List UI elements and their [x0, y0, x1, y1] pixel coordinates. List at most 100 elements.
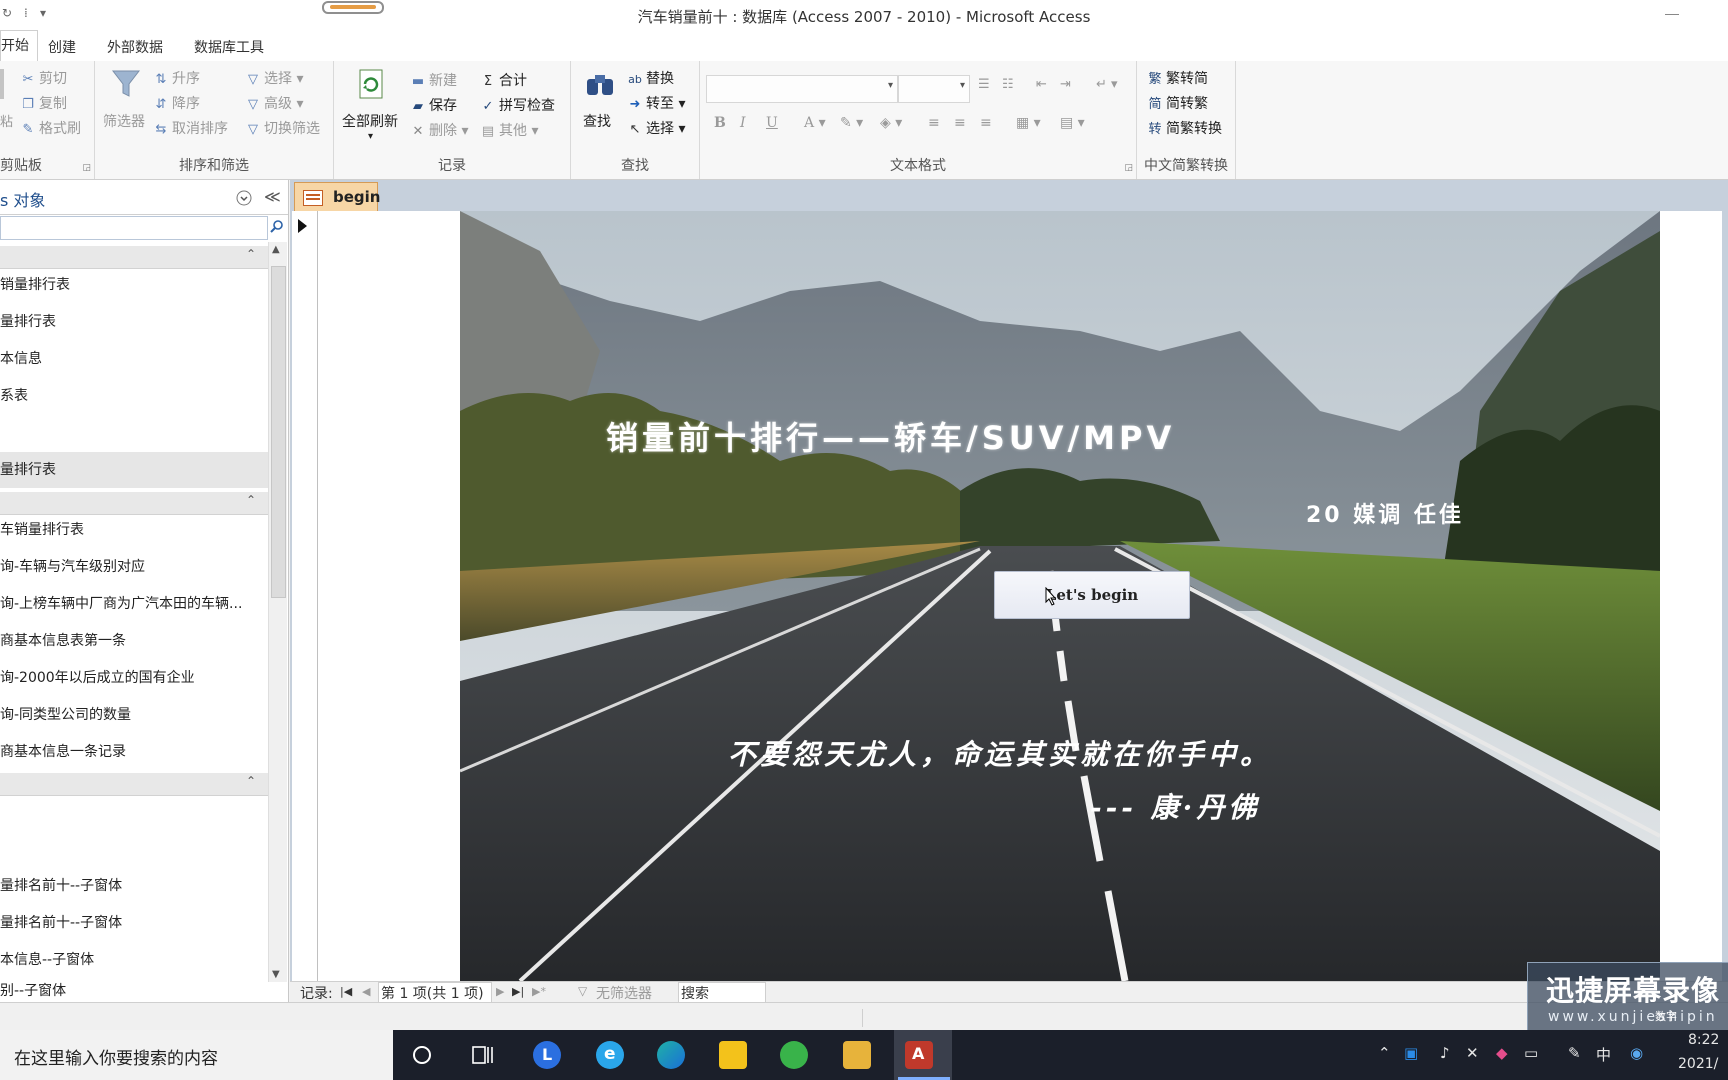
ime-indicator[interactable]: 中 [1596, 1044, 1611, 1065]
nav-item-form-3[interactable]: 本信息--子窗体 [0, 945, 268, 975]
totals-button[interactable]: Σ 合计 [480, 70, 527, 90]
browser-e-icon[interactable]: e [596, 1041, 624, 1069]
dialog-launcher-icon[interactable]: ◲ [82, 163, 91, 173]
taskbar-search-box[interactable]: 在这里输入你要搜索的内容 [0, 1030, 393, 1080]
battery-icon[interactable]: ▭ [1524, 1044, 1538, 1062]
sort-ascending-button[interactable]: ⇅ 升序 [153, 68, 200, 88]
tab-begin-form[interactable]: begin [294, 182, 380, 211]
copy-button[interactable]: ❐ 复制 [20, 93, 67, 113]
highlight-icon[interactable]: ✎ ▾ [840, 115, 863, 131]
volume-muted-icon[interactable]: ✕ [1466, 1044, 1479, 1062]
save-record-button[interactable]: ▰ 保存 [410, 95, 457, 115]
nav-item-query-6[interactable]: 询-同类型公司的数量 [0, 700, 268, 730]
task-view-icon[interactable] [472, 1045, 494, 1065]
nav-item-query-5[interactable]: 询-2000年以后成立的国有企业 [0, 663, 268, 693]
gridlines-icon[interactable]: ▦ ▾ [1016, 115, 1041, 131]
sticky-notes-icon[interactable] [719, 1041, 747, 1069]
toggle-filter-button[interactable]: ▽ 切换筛选 [245, 118, 320, 138]
nav-item-table-2[interactable]: 量排行表 [0, 307, 268, 337]
record-position-input[interactable]: 第 1 项(共 1 项) [378, 982, 492, 1003]
nav-group-queries-header[interactable]: ⌃ [0, 492, 268, 515]
nav-group-tables-header[interactable]: ⌃ [0, 246, 268, 269]
convert-button[interactable]: 转简繁转换 [1147, 118, 1222, 138]
font-name-combo[interactable]: ▾ [706, 75, 898, 103]
tab-create[interactable]: 创建 [48, 37, 76, 57]
edge-icon[interactable] [657, 1041, 685, 1069]
new-record-nav-icon[interactable]: ▶* [532, 985, 546, 998]
more-button[interactable]: ▤ 其他 ▾ [480, 120, 539, 140]
tab-database-tools[interactable]: 数据库工具 [194, 37, 264, 57]
access-app-icon[interactable]: A [905, 1041, 933, 1069]
nav-item-form-4[interactable]: 别--子窗体 [0, 980, 268, 1002]
to-simplified-button[interactable]: 繁繁转简 [1147, 68, 1208, 88]
nav-item-form-2[interactable]: 量排名前十--子窗体 [0, 908, 268, 938]
refresh-all-button[interactable]: 全部刷新 [342, 111, 398, 131]
record-selector[interactable] [292, 211, 318, 981]
paste-icon[interactable] [0, 69, 4, 99]
decrease-indent-icon[interactable]: ⇤ [1036, 77, 1047, 92]
find-button[interactable]: 查找 [583, 111, 611, 131]
nav-menu-dropdown-icon[interactable] [236, 190, 252, 206]
last-record-icon[interactable]: ▶| [512, 985, 524, 998]
record-search-input[interactable]: 搜索 [678, 982, 766, 1003]
paragraph-direction-icon[interactable]: ↵ ▾ [1096, 77, 1118, 92]
font-size-combo[interactable]: ▾ [898, 75, 970, 103]
bold-button[interactable]: B [714, 115, 726, 131]
delete-record-button[interactable]: ✕ 删除 ▾ [410, 120, 469, 140]
nav-item-query-7[interactable]: 商基本信息一条记录 [0, 737, 268, 767]
selection-button[interactable]: ▽ 选择 ▾ [245, 68, 303, 88]
nav-pane-title[interactable]: s 对象 [0, 187, 45, 211]
fill-color-icon[interactable]: ◈ ▾ [880, 115, 902, 131]
advanced-filter-button[interactable]: ▽ 高级 ▾ [245, 93, 303, 113]
alternate-row-color-icon[interactable]: ▤ ▾ [1060, 115, 1085, 131]
nav-item-query-4[interactable]: 商基本信息表第一条 [0, 626, 268, 656]
nav-item-selected[interactable]: 量排行表 [0, 452, 268, 488]
spelling-button[interactable]: ✓ 拼写检查 [480, 95, 555, 115]
text-format-launcher-icon[interactable]: ◲ [1124, 163, 1133, 173]
previous-record-icon[interactable]: ◀ [362, 985, 370, 998]
sogou-icon[interactable]: ◉ [1630, 1044, 1643, 1062]
find-select-button[interactable]: ↖ 选择 ▾ [627, 118, 686, 138]
nav-item-query-1[interactable]: 车销量排行表 [0, 515, 268, 545]
lets-begin-button[interactable]: Let's begin [994, 571, 1190, 619]
cut-button[interactable]: ✂ 剪切 [20, 68, 67, 88]
wechat-icon[interactable] [780, 1041, 808, 1069]
scroll-down-icon[interactable]: ▼ [272, 969, 280, 980]
nav-item-table-1[interactable]: 销量排行表 [0, 270, 268, 300]
meeting-icon[interactable]: ▣ [1404, 1044, 1418, 1062]
underline-button[interactable]: U [766, 115, 778, 131]
clear-sort-button[interactable]: ⇆ 取消排序 [153, 118, 228, 138]
pen-icon[interactable]: ✎ [1568, 1044, 1581, 1062]
nav-search-input[interactable] [0, 216, 268, 240]
minimize-icon[interactable] [1665, 14, 1679, 15]
align-center-icon[interactable]: ≡ [954, 115, 966, 131]
app-l-icon[interactable]: L [533, 1041, 561, 1069]
paste-label[interactable]: 粘 [0, 111, 13, 130]
new-record-button[interactable]: ▬ 新建 [410, 70, 457, 90]
align-right-icon[interactable]: ≡ [980, 115, 992, 131]
clock-time[interactable]: 8:22 [1688, 1032, 1719, 1048]
collapse-pane-icon[interactable]: ≪ [264, 187, 281, 206]
increase-indent-icon[interactable]: ⇥ [1060, 77, 1071, 92]
scroll-thumb[interactable] [271, 266, 286, 598]
nav-item-form-1[interactable]: 量排名前十--子窗体 [0, 871, 268, 901]
align-left-icon[interactable]: ≡ [928, 115, 940, 131]
bullets-icon[interactable]: ☰ [978, 77, 990, 92]
nav-item-table-3[interactable]: 本信息 [0, 344, 268, 374]
nav-scrollbar[interactable]: ▲ ▼ [268, 242, 287, 982]
nav-item-query-2[interactable]: 询-车辆与汽车级别对应 [0, 552, 268, 582]
clock-date[interactable]: 2021/ [1678, 1056, 1718, 1072]
filter-status[interactable]: 无筛选器 [596, 983, 652, 1003]
to-traditional-button[interactable]: 简简转繁 [1147, 93, 1208, 113]
first-record-icon[interactable]: |◀ [340, 985, 352, 998]
tab-external-data[interactable]: 外部数据 [107, 37, 163, 57]
font-color-button[interactable]: A ▾ [804, 115, 826, 131]
refresh-dropdown-icon[interactable]: ▾ [368, 131, 373, 142]
show-hidden-icons-icon[interactable]: ⌃ [1378, 1044, 1391, 1062]
scroll-up-icon[interactable]: ▲ [272, 244, 280, 255]
microphone-icon[interactable]: ♪ [1440, 1044, 1450, 1062]
replace-button[interactable]: ab 替换 [627, 68, 674, 88]
italic-button[interactable]: I [740, 115, 746, 131]
cortana-icon[interactable] [412, 1045, 432, 1065]
numbering-icon[interactable]: ☷ [1002, 77, 1014, 92]
